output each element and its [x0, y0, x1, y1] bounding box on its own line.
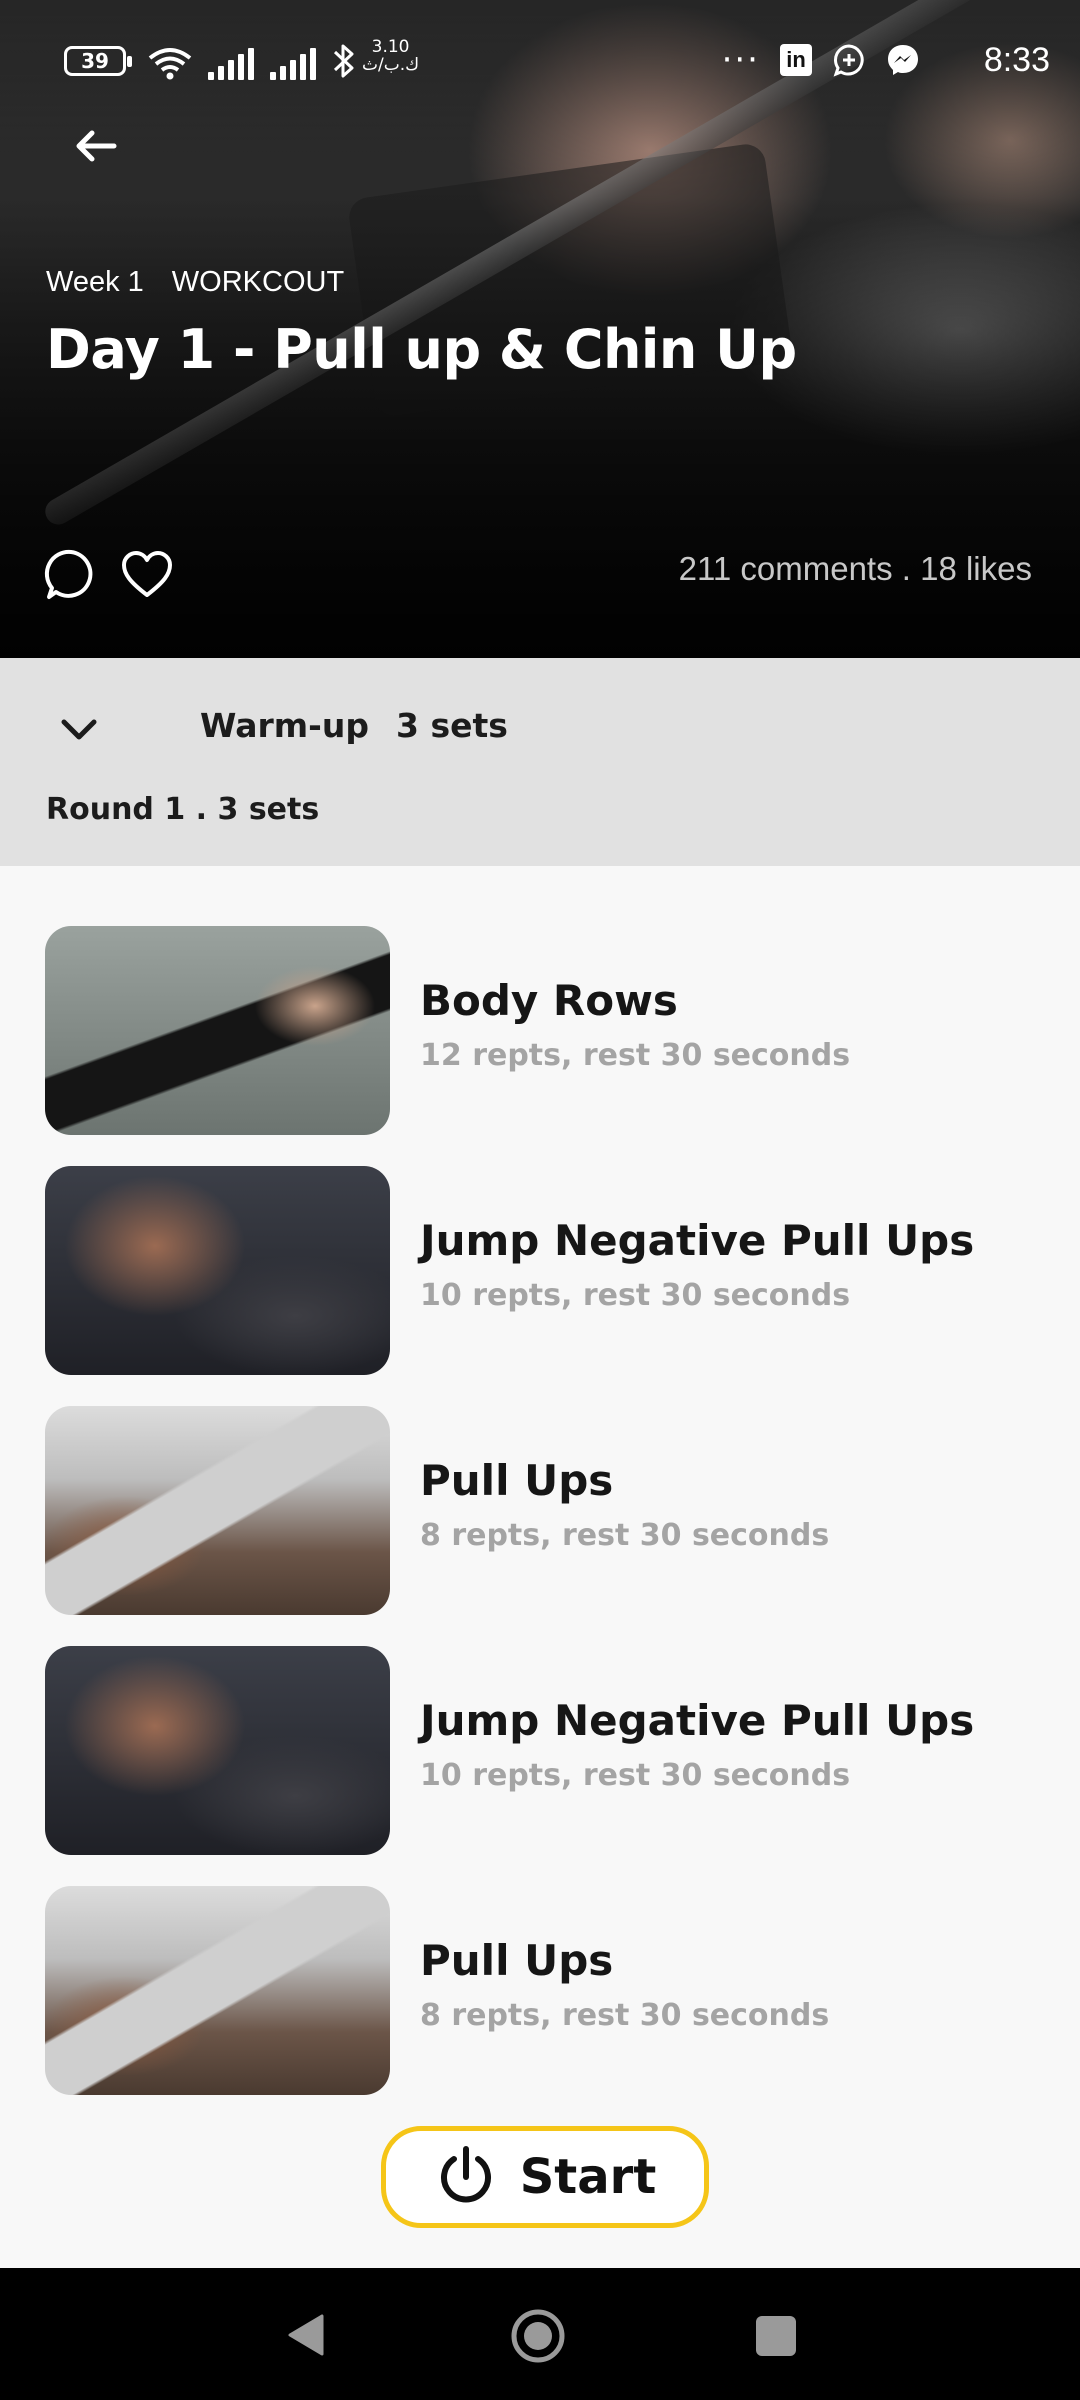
- section-sets: 3 sets: [396, 706, 508, 745]
- workout-meta: Week 1 WORKCOUT: [46, 266, 344, 299]
- nav-recents-icon[interactable]: [756, 2316, 796, 2356]
- start-button[interactable]: Start: [381, 2126, 709, 2228]
- exercise-detail: 8 repts, rest 30 seconds: [420, 1998, 830, 2033]
- exercise-thumbnail: [45, 1166, 390, 1375]
- exercise-name: Pull Ups: [420, 1456, 614, 1505]
- system-navigation-bar: [0, 2268, 1080, 2400]
- list-item[interactable]: Jump Negative Pull Ups 10 repts, rest 30…: [0, 1646, 1080, 1886]
- status-bar: 39 3.10 ك.ب/ث ··· in 8:33: [0, 0, 1080, 120]
- exercise-detail: 12 repts, rest 30 seconds: [420, 1038, 851, 1073]
- status-left-icons: [148, 40, 356, 80]
- round-label: Round 1 . 3 sets: [46, 792, 320, 827]
- more-icon: ···: [721, 40, 760, 80]
- power-icon: [440, 2146, 491, 2203]
- nav-home-icon[interactable]: [510, 2308, 566, 2364]
- exercise-name: Pull Ups: [420, 1936, 614, 1985]
- network-speed: 3.10 ك.ب/ث: [362, 38, 419, 74]
- exercise-thumbnail: [45, 1406, 390, 1615]
- page-title: Day 1 - Pull up & Chin Up: [46, 318, 797, 381]
- back-arrow-icon[interactable]: [68, 118, 124, 174]
- exercise-thumbnail: [45, 1646, 390, 1855]
- exercise-name: Jump Negative Pull Ups: [420, 1216, 975, 1265]
- start-button-label: Start: [519, 2149, 657, 2205]
- exercise-name: Jump Negative Pull Ups: [420, 1696, 975, 1745]
- comment-icon[interactable]: [44, 548, 98, 602]
- exercise-detail: 10 repts, rest 30 seconds: [420, 1278, 851, 1313]
- status-right-icons: ··· in: [722, 40, 920, 80]
- network-speed-value: 3.10: [371, 37, 410, 57]
- chevron-down-icon[interactable]: [56, 706, 102, 752]
- category-label: WORKCOUT: [171, 266, 345, 298]
- battery-icon: 39: [64, 46, 132, 76]
- section-name: Warm-up: [200, 706, 369, 745]
- engagement-stats: 211 comments . 18 likes: [678, 550, 1032, 587]
- network-speed-unit: ك.ب/ث: [362, 55, 420, 75]
- exercise-name: Body Rows: [420, 976, 678, 1025]
- linkedin-icon: in: [780, 44, 812, 76]
- wifi-icon: [148, 48, 192, 80]
- messenger-icon: [888, 45, 918, 75]
- section-header[interactable]: Warm-up 3 sets Round 1 . 3 sets: [0, 658, 1080, 866]
- signal-icon: [208, 48, 254, 80]
- exercise-detail: 8 repts, rest 30 seconds: [420, 1518, 830, 1553]
- exercise-thumbnail: [45, 926, 390, 1135]
- week-label: Week 1: [46, 266, 144, 298]
- add-chat-icon: [833, 44, 864, 77]
- list-item[interactable]: Body Rows 12 repts, rest 30 seconds: [0, 926, 1080, 1166]
- exercise-thumbnail: [45, 1886, 390, 2095]
- list-item[interactable]: Pull Ups 8 repts, rest 30 seconds: [0, 1886, 1080, 2126]
- list-item[interactable]: Jump Negative Pull Ups 10 repts, rest 30…: [0, 1166, 1080, 1406]
- bluetooth-icon: [333, 44, 354, 78]
- hero-actions: [44, 548, 174, 602]
- nav-back-icon[interactable]: [284, 2312, 330, 2358]
- signal-icon: [270, 48, 316, 80]
- exercise-list: Body Rows 12 repts, rest 30 seconds Jump…: [0, 926, 1080, 2126]
- heart-icon[interactable]: [120, 548, 174, 602]
- list-item[interactable]: Pull Ups 8 repts, rest 30 seconds: [0, 1406, 1080, 1646]
- exercise-detail: 10 repts, rest 30 seconds: [420, 1758, 851, 1793]
- clock: 8:33: [983, 41, 1050, 79]
- battery-level: 39: [81, 49, 109, 73]
